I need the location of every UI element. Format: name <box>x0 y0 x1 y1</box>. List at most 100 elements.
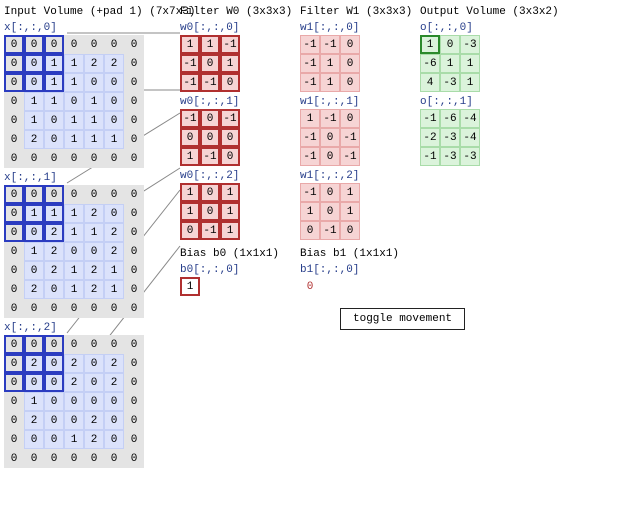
input-cell: 0 <box>4 73 24 92</box>
input-cell: 2 <box>84 280 104 299</box>
label-w10: w1[:,:,0] <box>300 22 410 34</box>
input-cell: 0 <box>104 449 124 468</box>
input-cell: 1 <box>64 73 84 92</box>
input-cell: 2 <box>44 242 64 261</box>
input-cell: 0 <box>44 392 64 411</box>
input-cell: 2 <box>44 261 64 280</box>
input-cell: 0 <box>124 261 144 280</box>
w0-cell: 0 <box>180 128 200 147</box>
input-cell: 0 <box>124 149 144 168</box>
input-cell: 1 <box>24 242 44 261</box>
input-cell: 0 <box>44 430 64 449</box>
input-cell: 0 <box>124 223 144 242</box>
input-cell: 0 <box>24 185 44 204</box>
input-cell: 0 <box>4 280 24 299</box>
out-cell: -4 <box>460 128 480 147</box>
input-cell: 2 <box>104 54 124 73</box>
input-cell: 2 <box>24 280 44 299</box>
input-cell: 0 <box>24 35 44 54</box>
input-cell: 0 <box>104 411 124 430</box>
input-cell: 0 <box>4 185 24 204</box>
input-cell: 0 <box>104 92 124 111</box>
input-cell: 0 <box>124 111 144 130</box>
bias-b0-label: b0[:,:,0] <box>180 264 290 276</box>
input-cell: 0 <box>124 242 144 261</box>
input-cell: 0 <box>84 373 104 392</box>
input-cell: 0 <box>124 392 144 411</box>
w0-cell: 1 <box>220 221 240 240</box>
w0-cell: 0 <box>220 73 240 92</box>
w0-cell: 0 <box>220 147 240 166</box>
input-cell: 0 <box>24 299 44 318</box>
w0-cell: 1 <box>200 35 220 54</box>
w1-cell: 0 <box>340 73 360 92</box>
w1-cell: 0 <box>340 54 360 73</box>
input-cell: 0 <box>4 392 24 411</box>
w1-cell: 1 <box>300 202 320 221</box>
w1-cell: 0 <box>320 202 340 221</box>
w0-cell: 0 <box>200 183 220 202</box>
input-cell: 1 <box>64 261 84 280</box>
w1-cell: 1 <box>320 73 340 92</box>
input-cell: 0 <box>124 73 144 92</box>
w0-column: Filter W0 (3x3x3) w0[:,:,0]11-1-101-1-10… <box>180 6 290 296</box>
bias-b0-cell: 1 <box>180 277 200 296</box>
input-cell: 1 <box>64 130 84 149</box>
output-title: Output Volume (3x3x2) <box>420 6 550 18</box>
w1-cell: -1 <box>320 109 340 128</box>
input-cell: 0 <box>124 280 144 299</box>
input-cell: 0 <box>4 204 24 223</box>
w0-cell: 1 <box>220 183 240 202</box>
toggle-movement-button[interactable]: toggle movement <box>340 308 465 330</box>
label-x0: x[:,:,0] <box>4 22 172 34</box>
input-cell: 1 <box>84 92 104 111</box>
input-cell: 0 <box>64 185 84 204</box>
w0-cell: 0 <box>200 202 220 221</box>
input-cell: 0 <box>84 335 104 354</box>
input-cell: 0 <box>44 35 64 54</box>
w1-cell: -1 <box>320 35 340 54</box>
w0-cell: -1 <box>200 73 220 92</box>
input-cell: 0 <box>4 223 24 242</box>
out-cell: 1 <box>460 54 480 73</box>
input-cell: 2 <box>24 411 44 430</box>
input-cell: 0 <box>4 92 24 111</box>
input-cell: 0 <box>124 430 144 449</box>
w1-column: Filter W1 (3x3x3) w1[:,:,0]-1-10-110-110… <box>300 6 410 296</box>
out-cell: 1 <box>460 73 480 92</box>
input-cell: 0 <box>104 73 124 92</box>
input-cell: 1 <box>24 204 44 223</box>
w0-cell: -1 <box>180 54 200 73</box>
input-cell: 1 <box>64 111 84 130</box>
input-cell: 0 <box>124 373 144 392</box>
w1-cell: 0 <box>340 109 360 128</box>
input-cell: 0 <box>4 373 24 392</box>
input-cell: 2 <box>24 130 44 149</box>
input-cell: 0 <box>44 373 64 392</box>
input-cell: 0 <box>44 185 64 204</box>
input-cell: 0 <box>124 185 144 204</box>
input-cell: 1 <box>104 280 124 299</box>
w1-cell: 0 <box>340 35 360 54</box>
input-cell: 0 <box>24 73 44 92</box>
input-cell: 0 <box>44 449 64 468</box>
input-cell: 1 <box>24 92 44 111</box>
input-cell: 1 <box>84 130 104 149</box>
input-cell: 0 <box>104 185 124 204</box>
input-cell: 0 <box>4 335 24 354</box>
input-cell: 0 <box>104 335 124 354</box>
w1-cell: -1 <box>300 35 320 54</box>
input-cell: 0 <box>64 92 84 111</box>
input-cell: 1 <box>104 261 124 280</box>
input-title: Input Volume (+pad 1) (7x7x3) <box>4 6 172 18</box>
input-cell: 0 <box>84 392 104 411</box>
out-cell: -2 <box>420 128 440 147</box>
input-cell: 2 <box>84 261 104 280</box>
w0-cell: -1 <box>180 109 200 128</box>
input-cell: 0 <box>4 430 24 449</box>
input-cell: 0 <box>44 149 64 168</box>
w1-cell: -1 <box>300 128 320 147</box>
w1-cell: -1 <box>300 147 320 166</box>
w1-cell: 1 <box>340 183 360 202</box>
input-cell: 2 <box>104 223 124 242</box>
